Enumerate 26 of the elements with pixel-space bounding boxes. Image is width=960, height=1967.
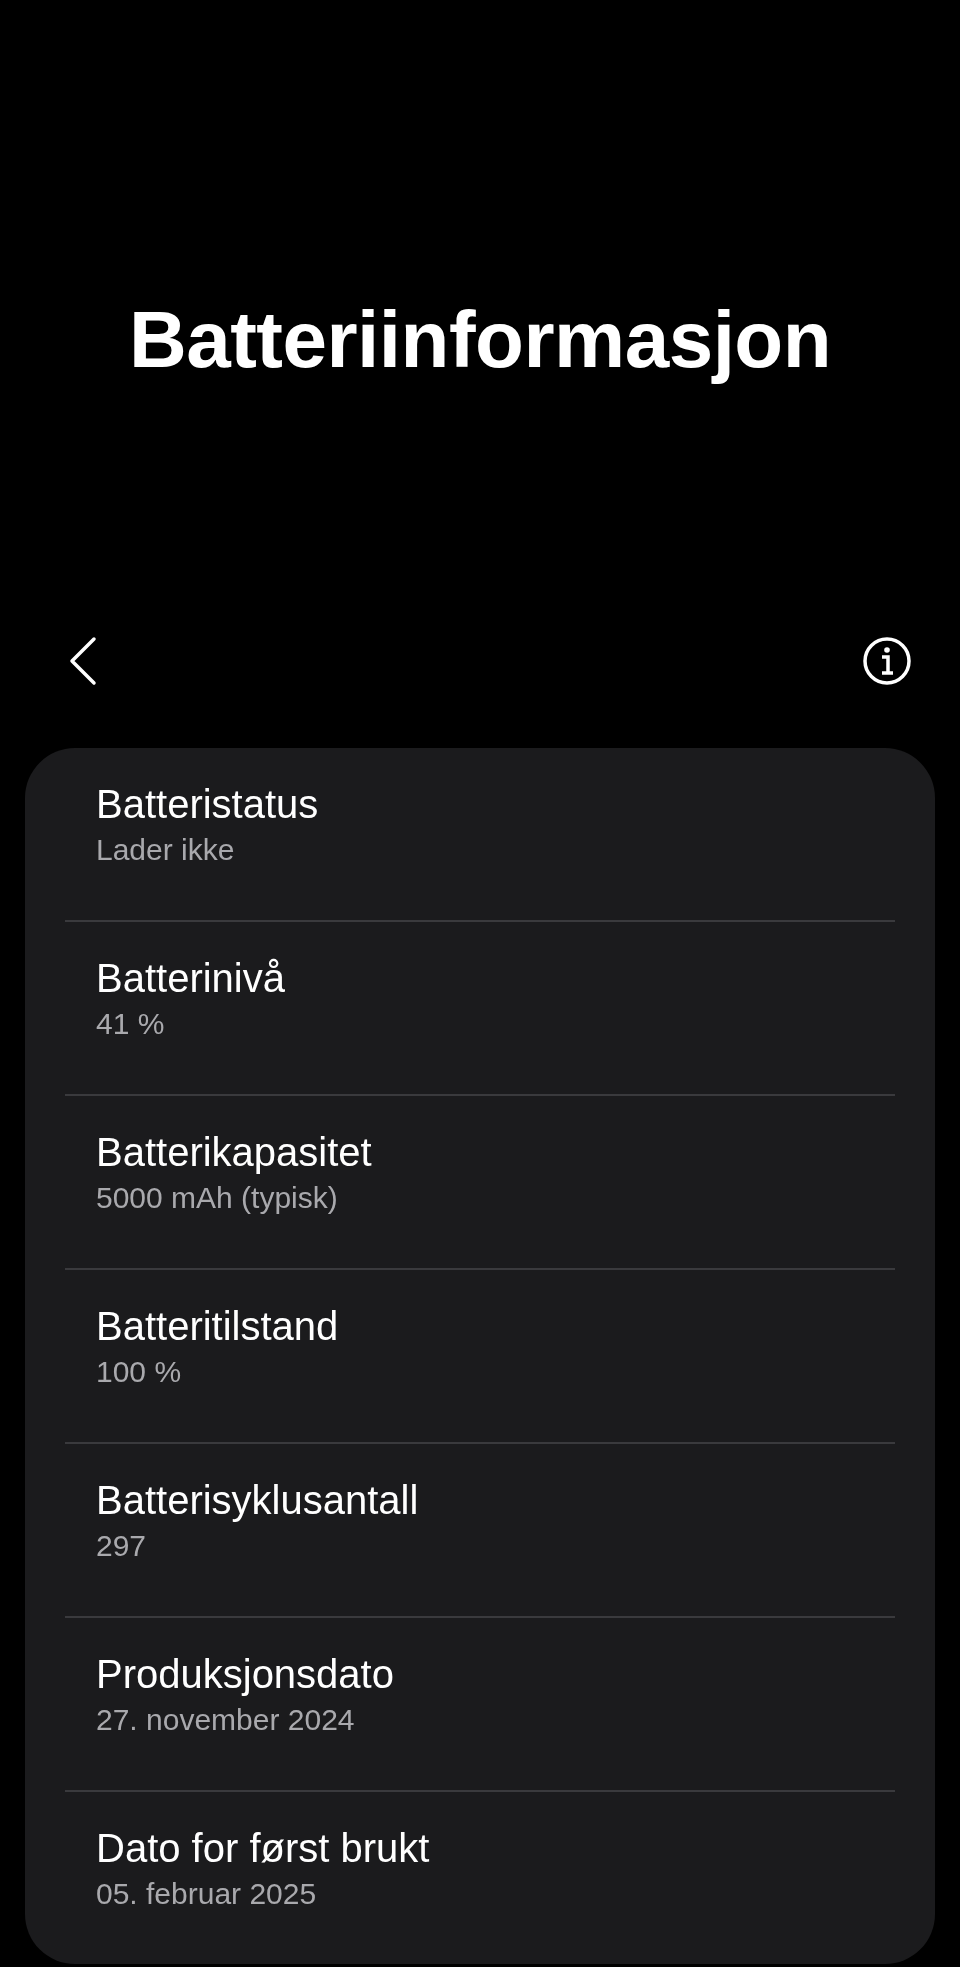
setting-value: 27. november 2024 [96,1702,355,1738]
setting-row[interactable]: Batteritilstand 100 % [65,1270,895,1444]
page-title: Batteriinformasjon [128,294,832,386]
setting-row[interactable]: Batterisyklusantall 297 [65,1444,895,1618]
setting-label: Batterinivå [96,955,285,1002]
setting-label: Batterisyklusantall [96,1477,419,1524]
setting-label: Batteristatus [96,781,319,828]
setting-value: Lader ikke [96,832,235,868]
setting-value: 297 [96,1528,147,1564]
setting-row[interactable]: Dato for først brukt 05. februar 2025 [65,1792,895,1964]
setting-label: Produksjonsdato [96,1651,394,1698]
info-icon [862,636,912,686]
setting-row[interactable]: Batteristatus Lader ikke [65,748,895,922]
setting-value: 5000 mAh (typisk) [96,1180,338,1216]
setting-row[interactable]: Batterinivå 41 % [65,922,895,1096]
setting-value: 100 % [96,1354,182,1390]
setting-label: Batterikapasitet [96,1129,372,1176]
back-button[interactable] [68,636,98,686]
setting-row[interactable]: Batterikapasitet 5000 mAh (typisk) [65,1096,895,1270]
setting-label: Batteritilstand [96,1303,339,1350]
back-icon [68,636,98,686]
setting-label: Dato for først brukt [96,1825,430,1872]
setting-value: 41 % [96,1006,165,1042]
setting-value: 05. februar 2025 [96,1876,317,1912]
info-button[interactable] [862,636,912,686]
setting-row[interactable]: Produksjonsdato 27. november 2024 [65,1618,895,1792]
